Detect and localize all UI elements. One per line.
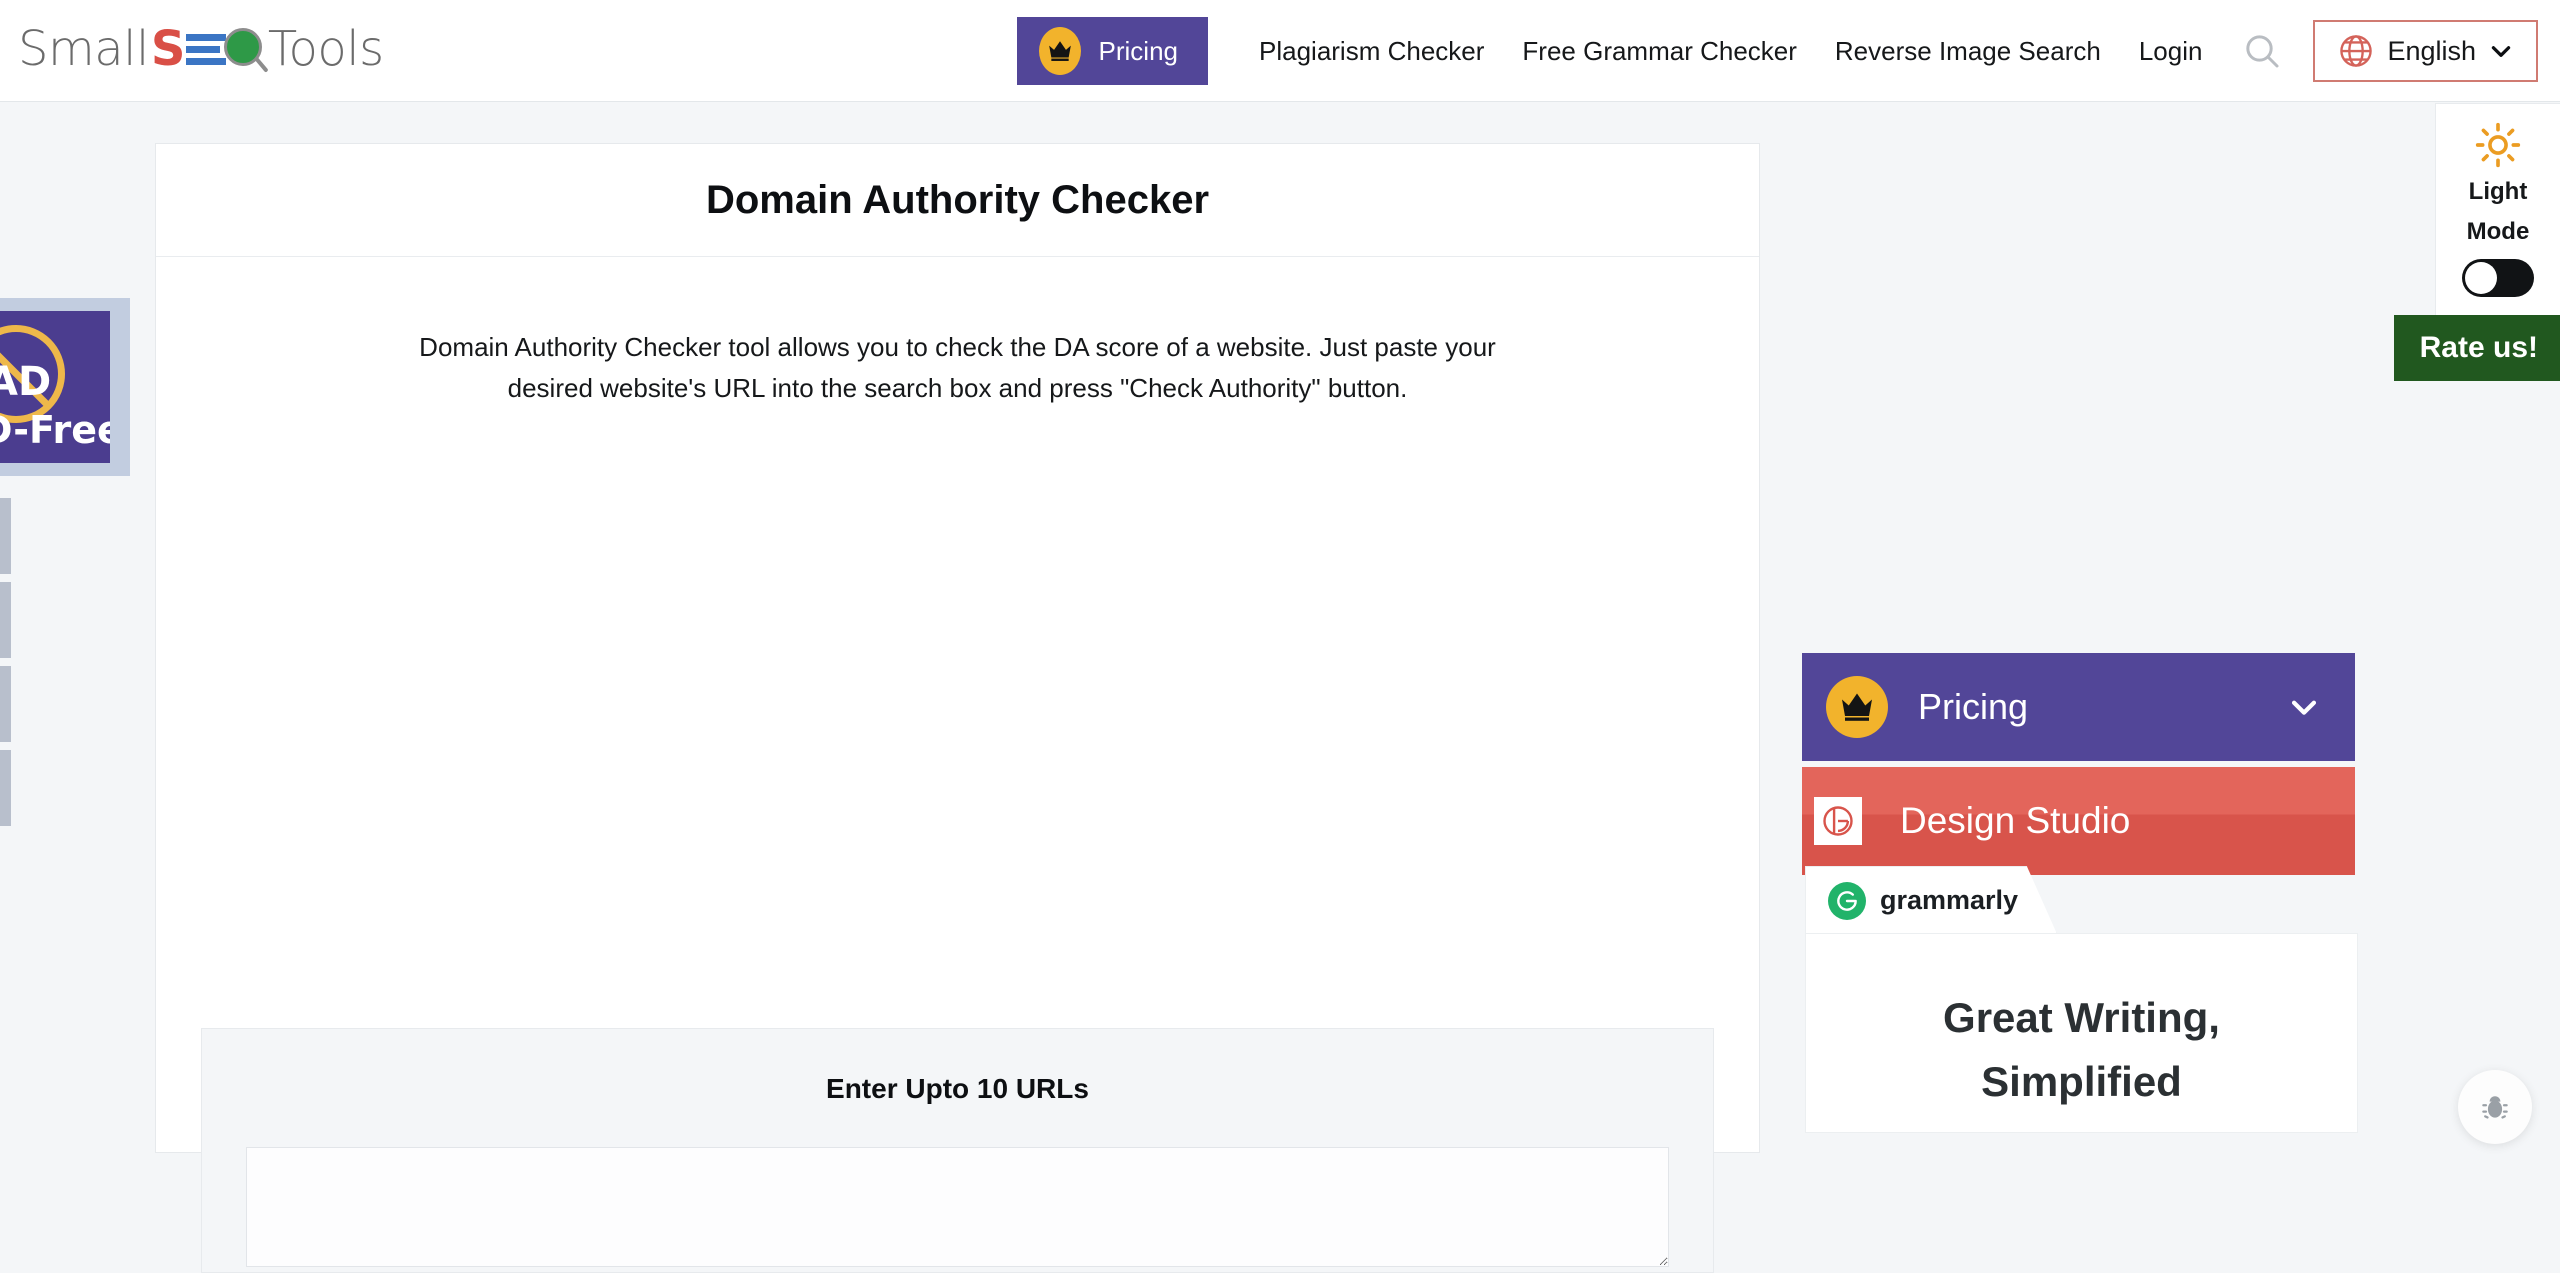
url-panel-heading: Enter Upto 10 URLs	[246, 1073, 1669, 1105]
bug-icon	[2478, 1090, 2512, 1124]
site-logo[interactable]: SmallS Tools	[18, 14, 384, 84]
search-icon[interactable]	[2227, 16, 2297, 86]
site-header: SmallS Tools Pricing Plagiarism Checker F…	[0, 0, 2560, 102]
page-title: Domain Authority Checker	[706, 178, 1209, 223]
url-input-panel: Enter Upto 10 URLs	[201, 1028, 1714, 1273]
sidebar-design-studio-label: Design Studio	[1900, 800, 2130, 842]
ad-free-card: AD D-Free	[0, 311, 110, 463]
dark-mode-toggle[interactable]	[2462, 259, 2534, 297]
main-navigation: Pricing Plagiarism Checker Free Grammar …	[1017, 0, 2538, 102]
tool-card: Domain Authority Checker Domain Authorit…	[155, 143, 1760, 1153]
sidebar-design-studio-button[interactable]: Design Studio	[1802, 767, 2355, 875]
ad-free-promo[interactable]: AD D-Free	[0, 298, 130, 476]
sidebar-pricing-button[interactable]: Pricing	[1802, 653, 2355, 761]
grammarly-ad-card[interactable]: Great Writing, Simplified	[1805, 933, 2358, 1133]
rail-tab[interactable]	[0, 666, 11, 742]
language-label: English	[2387, 36, 2476, 67]
grammarly-headline-line1: Great Writing,	[1806, 986, 2357, 1050]
left-ad-rail: AD D-Free	[0, 298, 130, 826]
pricing-button[interactable]: Pricing	[1017, 17, 1208, 85]
light-mode-label-line2: Mode	[2436, 216, 2560, 248]
design-studio-logo-icon	[1814, 797, 1862, 845]
crown-icon	[1039, 27, 1081, 75]
logo-letter-s: S	[151, 21, 185, 77]
ad-free-label-free: D-Free	[0, 408, 110, 452]
nav-link-reverse-image-search[interactable]: Reverse Image Search	[1816, 36, 2120, 67]
rate-us-button[interactable]: Rate us!	[2394, 315, 2560, 381]
chevron-down-icon	[2488, 38, 2514, 64]
rail-tab[interactable]	[0, 498, 11, 574]
logo-text-tools: Tools	[268, 21, 384, 77]
grammarly-brand-label: grammarly	[1880, 885, 2018, 916]
light-mode-label-line1: Light	[2436, 176, 2560, 208]
sun-icon	[2475, 122, 2521, 168]
toggle-knob	[2465, 262, 2497, 294]
ad-free-label-ad: AD	[0, 359, 51, 405]
grammarly-headline-line2: Simplified	[1806, 1050, 2357, 1114]
pricing-button-label: Pricing	[1099, 36, 1178, 67]
rail-tab[interactable]	[0, 750, 11, 826]
bug-report-button[interactable]	[2458, 1070, 2532, 1144]
crown-icon	[1826, 676, 1888, 738]
logo-text-small: Small	[18, 21, 149, 77]
tool-description: Domain Authority Checker tool allows you…	[156, 257, 1759, 408]
light-mode-panel: Light Mode	[2435, 103, 2560, 320]
logo-letter-e-icon	[186, 31, 226, 67]
chevron-down-icon	[2287, 690, 2321, 724]
nav-link-login[interactable]: Login	[2120, 36, 2222, 67]
rail-tab-list	[0, 498, 130, 826]
language-selector[interactable]: English	[2313, 20, 2538, 82]
grammarly-brand-tab[interactable]: grammarly	[1805, 866, 2057, 934]
grammarly-logo-icon	[1828, 882, 1866, 920]
nav-link-free-grammar-checker[interactable]: Free Grammar Checker	[1503, 36, 1816, 67]
url-textarea[interactable]	[246, 1147, 1669, 1267]
sidebar-pricing-label: Pricing	[1918, 686, 2028, 728]
logo-magnifier-icon	[221, 26, 267, 72]
tool-title-bar: Domain Authority Checker	[156, 144, 1759, 257]
globe-icon	[2337, 32, 2375, 70]
nav-link-plagiarism-checker[interactable]: Plagiarism Checker	[1240, 36, 1503, 67]
rail-tab[interactable]	[0, 582, 11, 658]
